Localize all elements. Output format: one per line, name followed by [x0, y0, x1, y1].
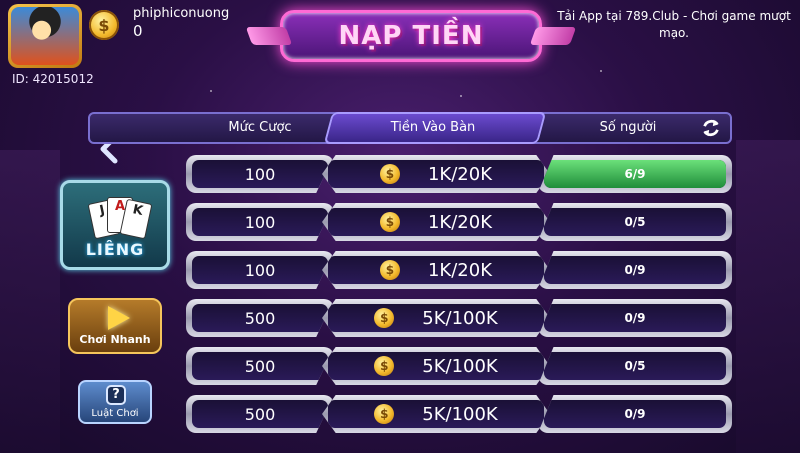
bet-value: 500 — [244, 356, 276, 376]
bet-value: 100 — [244, 212, 276, 232]
buyin-value: 5K/100K — [422, 355, 498, 377]
header-bet[interactable]: Mức Cược — [200, 114, 320, 142]
players-value: 0/9 — [624, 407, 646, 421]
bet-cell: 100 — [186, 251, 334, 289]
buyin-value: 1K/20K — [427, 211, 493, 233]
bet-value: 100 — [244, 164, 276, 184]
table-header: Mức Cược Tiền Vào Bàn Số người — [88, 112, 732, 144]
coin-icon: $ — [379, 212, 400, 232]
buyin-value: 1K/20K — [427, 259, 493, 281]
players-cell: 0/5 — [538, 203, 732, 241]
coin-icon: $ — [89, 10, 119, 40]
buyin-value: 5K/100K — [422, 307, 498, 329]
buyin-cell: $5K/100K — [322, 347, 550, 385]
buyin-cell: $5K/100K — [322, 299, 550, 337]
coin-icon: $ — [374, 404, 395, 424]
play-icon — [108, 306, 130, 330]
background-star — [210, 90, 212, 92]
game-logo: J A K LIÊNG — [60, 180, 170, 270]
table-row[interactable]: 100 $1K/20K 0/5 — [186, 203, 732, 241]
table-row[interactable]: 500 $5K/100K 0/9 — [186, 299, 732, 337]
avatar-image — [11, 7, 79, 65]
question-icon: ? — [106, 385, 126, 405]
player-id: ID: 42015012 — [12, 72, 94, 86]
bet-cell: 100 — [186, 203, 334, 241]
coin-icon: $ — [374, 356, 395, 376]
bet-value: 100 — [244, 260, 276, 280]
players-cell: 0/5 — [538, 347, 732, 385]
bet-value: 500 — [244, 308, 276, 328]
deposit-banner-button[interactable]: NẠP TIỀN — [280, 10, 542, 62]
buyin-cell: $5K/100K — [322, 395, 550, 433]
players-value: 0/9 — [624, 311, 646, 325]
header-buyin[interactable]: Tiền Vào Bàn — [358, 114, 508, 142]
buyin-value: 5K/100K — [422, 403, 498, 425]
username: phiphiconuong — [133, 6, 230, 21]
background-star — [460, 95, 462, 97]
avatar[interactable] — [8, 4, 82, 68]
balance: 0 — [133, 22, 143, 40]
players-value: 0/9 — [624, 263, 646, 277]
buyin-cell: $1K/20K — [322, 251, 550, 289]
buyin-cell: $1K/20K — [322, 203, 550, 241]
buyin-cell: $1K/20K — [322, 155, 550, 193]
rules-label: Luật Chơi — [91, 408, 139, 419]
quick-play-button[interactable]: Chơi Nhanh — [68, 298, 162, 354]
players-cell: 6/9 — [538, 155, 732, 193]
quick-play-label: Chơi Nhanh — [79, 333, 151, 346]
table-row[interactable]: 100 $1K/20K 6/9 — [186, 155, 732, 193]
background-building — [736, 140, 800, 453]
players-value: 0/5 — [624, 359, 646, 373]
table-row[interactable]: 100 $1K/20K 0/9 — [186, 251, 732, 289]
buyin-value: 1K/20K — [427, 163, 493, 185]
players-cell: 0/9 — [538, 251, 732, 289]
players-cell: 0/9 — [538, 299, 732, 337]
bet-cell: 500 — [186, 299, 334, 337]
players-value: 0/5 — [624, 215, 646, 229]
coin-icon: $ — [374, 308, 395, 328]
table-row[interactable]: 500 $5K/100K 0/5 — [186, 347, 732, 385]
refresh-icon[interactable] — [700, 117, 722, 139]
coin-icon: $ — [379, 164, 400, 184]
bet-cell: 500 — [186, 347, 334, 385]
game-name: LIÊNG — [85, 240, 145, 259]
bet-value: 500 — [244, 404, 276, 424]
table-row[interactable]: 500 $5K/100K 0/9 — [186, 395, 732, 433]
header-players[interactable]: Số người — [558, 114, 698, 142]
background-building — [0, 150, 60, 453]
page-title: NẠP TIỀN — [338, 21, 484, 51]
bet-cell: 100 — [186, 155, 334, 193]
background-star — [600, 70, 602, 72]
bet-cell: 500 — [186, 395, 334, 433]
marquee-text: Tải App tại 789.Club - Chơi game mượt mạ… — [557, 9, 791, 40]
rules-button[interactable]: ? Luật Chơi — [78, 380, 152, 424]
coin-icon: $ — [379, 260, 400, 280]
players-cell: 0/9 — [538, 395, 732, 433]
players-value: 6/9 — [624, 167, 646, 181]
